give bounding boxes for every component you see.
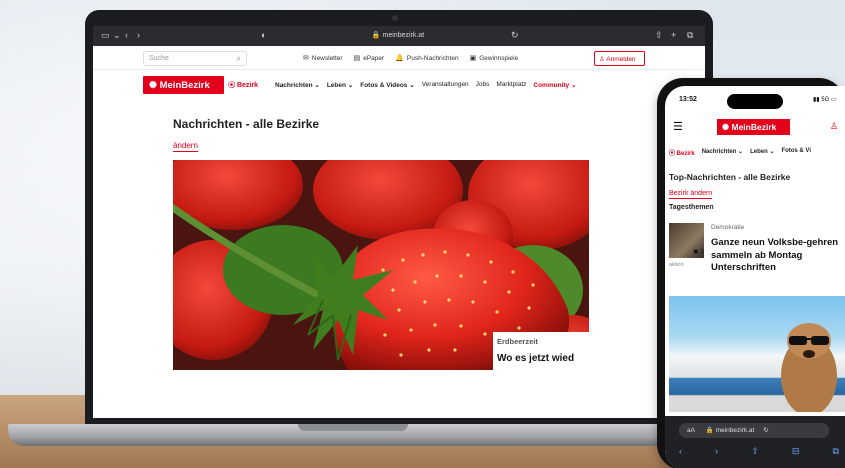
login-button[interactable]: ♙ Anmelden: [594, 51, 645, 66]
newsletter-link[interactable]: ✉ Newsletter: [303, 54, 343, 62]
camera: [392, 15, 398, 21]
laptop: ▭ ⌄ ‹ › ◐ 🔒 meinbezirk.at ↻ ⇧ + ⧉ Suche …: [85, 10, 713, 424]
gewinnspiele-link[interactable]: ▣ Gewinnspiele: [470, 54, 519, 62]
epaper-link[interactable]: ▤ ePaper: [354, 54, 385, 62]
laptop-base: [8, 424, 696, 446]
hero-caption[interactable]: Erdbeerzeit Wo es jetzt wied: [493, 332, 589, 370]
chevron-down-icon[interactable]: ⌄: [113, 31, 121, 40]
main-nav: ✺ MeinBezirk ⦿ Bezirk Nachrichten ⌄ Lebe…: [93, 74, 705, 96]
hero-category: Erdbeerzeit: [497, 337, 538, 346]
back-icon[interactable]: ‹: [679, 446, 682, 457]
phone-nav-leben[interactable]: Leben ⌄: [750, 148, 774, 157]
new-tab-icon[interactable]: +: [671, 31, 676, 40]
back-icon[interactable]: ‹: [125, 31, 128, 40]
logo[interactable]: ✺ MeinBezirk: [143, 76, 224, 94]
nav-menu: Nachrichten ⌄ Leben ⌄ Fotos & Videos ⌄ V…: [275, 81, 576, 89]
user-icon[interactable]: ♙: [830, 121, 838, 132]
epaper-icon: ▤: [353, 55, 361, 62]
top-links: ✉ Newsletter ▤ ePaper 🔔 Push-Nachrichten ▣ G…: [303, 54, 518, 62]
share-icon[interactable]: ⇧: [655, 31, 663, 40]
status-time: 13:52: [679, 96, 697, 103]
nav-item-nachrichten[interactable]: Nachrichten ⌄: [275, 81, 320, 89]
nav-item-marktplatz[interactable]: Marktplatz: [496, 81, 526, 89]
change-link[interactable]: ändern: [173, 141, 198, 152]
article-image[interactable]: [669, 296, 845, 412]
article-title[interactable]: Ganze neun Volksbe-gehren sammeln ab Mon…: [711, 237, 841, 275]
nav-item-community[interactable]: Community ⌄: [533, 81, 576, 89]
phone-screen: 13:52 ▮▮ 5G ▭ ☰ ✺ MeinBezirk ♙ ⦿ Bezirk …: [665, 86, 845, 468]
search-icon[interactable]: ⌕: [237, 54, 241, 64]
forward-icon[interactable]: ›: [137, 31, 140, 40]
browser-toolbar: ▭ ⌄ ‹ › ◐ 🔒 meinbezirk.at ↻ ⇧ + ⧉: [93, 26, 705, 46]
top-bar: Suche ⌕ ✉ Newsletter ▤ ePaper 🔔 Push-Nachri…: [93, 46, 705, 70]
hero-title: Wo es jetzt wied: [497, 353, 575, 364]
phone-page-title: Top-Nachrichten - alle Bezirke: [669, 172, 791, 182]
reload-icon[interactable]: ↻: [763, 427, 768, 434]
nav-item-veranstaltungen[interactable]: Veranstaltungen: [422, 81, 469, 89]
image-count: ▣ 3: [693, 249, 704, 255]
phone-nav-nachrichten[interactable]: Nachrichten ⌄: [702, 148, 743, 157]
status-indicators: ▮▮ 5G ▭: [813, 97, 837, 103]
bell-icon: 🔔: [395, 55, 404, 62]
page-title: Nachrichten - alle Bezirke: [173, 117, 320, 131]
tabs-icon[interactable]: ⧉: [833, 446, 839, 457]
phone-nav: ⦿ Bezirk Nachrichten ⌄ Leben ⌄ Fotos & V…: [669, 148, 811, 157]
nav-item-fotos-videos[interactable]: Fotos & Videos ⌄: [360, 81, 414, 89]
section-title: Tagesthemen: [669, 204, 714, 211]
dog-sunglasses-image: [781, 323, 837, 412]
nav-item-leben[interactable]: Leben ⌄: [327, 81, 353, 89]
phone-toolbar: ‹ › ⇧ ⊟ ⧉: [679, 446, 839, 457]
tabs-icon[interactable]: ⧉: [687, 31, 693, 40]
search-input[interactable]: Suche ⌕: [143, 51, 247, 66]
share-icon[interactable]: ⇧: [751, 446, 759, 457]
article-category: Demokratie: [711, 224, 745, 231]
push-link[interactable]: 🔔 Push-Nachrichten: [395, 54, 458, 62]
url-field[interactable]: 🔒 meinbezirk.at: [333, 31, 463, 41]
safari-bottom-bar: aA 🔒 meinbezirk.at ↻ ‹ › ⇧ ⊟ ⧉: [665, 416, 845, 468]
sidebar-icon[interactable]: ▭: [101, 31, 110, 40]
shield-icon: ◐: [261, 30, 267, 40]
phone: 13:52 ▮▮ 5G ▭ ☰ ✺ MeinBezirk ♙ ⦿ Bezirk …: [657, 78, 845, 468]
gift-icon: ▣: [469, 55, 477, 62]
location-pin-icon: ⦿: [228, 82, 237, 89]
forward-icon[interactable]: ›: [715, 446, 718, 457]
webpage: Suche ⌕ ✉ Newsletter ▤ ePaper 🔔 Push-Nachri…: [93, 46, 705, 418]
phone-change-link[interactable]: Bezirk ändern: [669, 189, 713, 199]
laptop-screen: ▭ ⌄ ‹ › ◐ 🔒 meinbezirk.at ↻ ⇧ + ⧉ Suche …: [93, 26, 705, 418]
menu-icon[interactable]: ☰: [673, 120, 683, 133]
laptop-notch: [298, 424, 408, 431]
dynamic-island: [727, 94, 783, 109]
bookmarks-icon[interactable]: ⊟: [792, 446, 800, 457]
bezirk-selector[interactable]: ⦿ Bezirk: [228, 80, 258, 90]
mail-icon: ✉: [303, 55, 309, 62]
location-pin-icon: ⦿: [669, 151, 677, 157]
phone-nav-fotos[interactable]: Fotos & Vi: [781, 148, 811, 157]
phone-url-field[interactable]: aA 🔒 meinbezirk.at ↻: [679, 423, 829, 438]
phone-header: ☰ ✺ MeinBezirk ♙: [665, 116, 845, 138]
nav-item-jobs[interactable]: Jobs: [476, 81, 490, 89]
reload-icon[interactable]: ↻: [511, 31, 519, 40]
phone-logo[interactable]: ✺ MeinBezirk: [717, 119, 790, 135]
phone-nav-bezirk[interactable]: ⦿ Bezirk: [669, 148, 695, 157]
thumbnail-caption: aktion: [669, 262, 684, 268]
